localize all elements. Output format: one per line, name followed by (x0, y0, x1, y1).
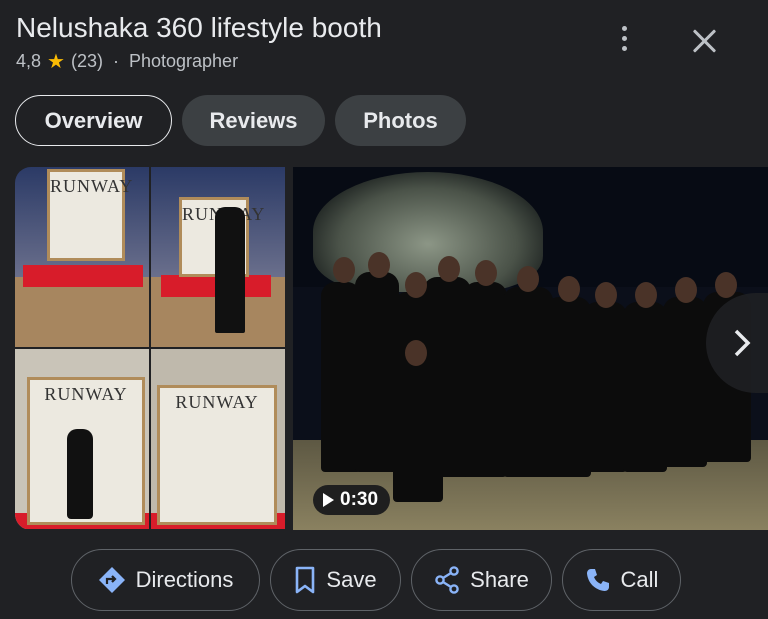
save-label: Save (326, 567, 377, 592)
rating-row: 4,8 ★ (23) · Photographer (16, 51, 238, 72)
board-brand-text: RUNWAY (50, 176, 134, 196)
video-thumbnail[interactable]: 0:30 (293, 167, 768, 530)
tab-reviews[interactable]: Reviews (182, 95, 325, 146)
video-duration: 0:30 (340, 489, 379, 510)
phone-icon (586, 569, 609, 591)
photo-tile: RUNWAY (151, 167, 285, 347)
play-icon (323, 493, 334, 507)
close-icon[interactable] (690, 26, 720, 56)
photo-tile: RUNWAY (151, 349, 285, 529)
share-icon (435, 566, 459, 594)
tab-overview[interactable]: Overview (15, 95, 172, 146)
rating-value: 4,8 (16, 51, 42, 71)
category-label: Photographer (128, 51, 239, 71)
star-icon: ★ (47, 50, 65, 73)
photo-collage[interactable]: RUNWAY RUNWAY RUNWAY RUNWAY (15, 167, 287, 530)
place-title: Nelushaka 360 lifestyle booth (16, 12, 382, 43)
directions-label: Directions (135, 567, 234, 592)
share-button[interactable]: Share (411, 549, 552, 611)
share-label: Share (470, 567, 529, 592)
photo-tile: RUNWAY (15, 167, 149, 347)
call-label: Call (620, 567, 659, 592)
board-brand-text: RUNWAY (44, 384, 128, 404)
directions-button[interactable]: Directions (71, 549, 260, 611)
more-options-icon[interactable] (612, 26, 636, 58)
bookmark-icon (296, 566, 315, 594)
review-count[interactable]: (23) (71, 51, 103, 72)
video-duration-badge: 0:30 (313, 485, 391, 515)
board-brand-text: RUNWAY (175, 392, 259, 412)
photo-tile: RUNWAY (15, 349, 149, 529)
photo-gallery: RUNWAY RUNWAY RUNWAY RUNWAY (15, 167, 768, 530)
call-button[interactable]: Call (562, 549, 681, 611)
chevron-right-icon (734, 329, 751, 357)
directions-icon (98, 567, 125, 593)
separator-dot: · (112, 51, 119, 71)
save-button[interactable]: Save (270, 549, 401, 611)
tab-photos[interactable]: Photos (335, 95, 466, 146)
